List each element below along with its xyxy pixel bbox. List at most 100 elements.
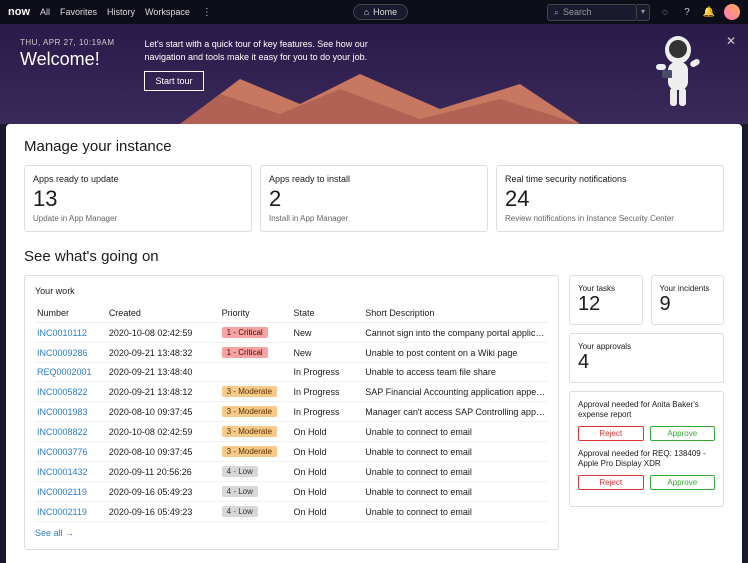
cell-state: On Hold (291, 462, 363, 482)
incidents-card[interactable]: Your incidents 9 (651, 275, 725, 325)
chat-icon[interactable]: ◌ (658, 5, 672, 19)
cell-desc: Unable to access team file share (363, 363, 548, 382)
cell-created: 2020-09-21 13:48:32 (107, 343, 220, 363)
reject-button[interactable]: Reject (578, 426, 644, 441)
nav-all[interactable]: All (40, 7, 50, 17)
cell-number[interactable]: INC0001432 (35, 462, 107, 482)
search-icon: ⌕ (554, 7, 559, 18)
nav-favorites[interactable]: Favorites (60, 7, 97, 17)
table-row: REQ00020012020-09-21 13:48:40In Progress… (35, 363, 548, 382)
cell-number[interactable]: INC0010112 (35, 323, 107, 343)
cell-priority: 4 - Low (220, 502, 292, 522)
cell-desc: Unable to connect to email (363, 422, 548, 442)
see-all-link[interactable]: See all → (35, 528, 74, 538)
approve-button[interactable]: Approve (650, 475, 716, 490)
card-title: Apps ready to update (33, 174, 243, 184)
card-num: 2 (269, 186, 479, 212)
reject-button[interactable]: Reject (578, 475, 644, 490)
tasks-title: Your tasks (578, 284, 634, 293)
cell-state: On Hold (291, 422, 363, 442)
cell-number[interactable]: INC0002119 (35, 482, 107, 502)
col-created[interactable]: Created (107, 304, 220, 323)
cell-state: New (291, 323, 363, 343)
cell-created: 2020-09-21 13:48:40 (107, 363, 220, 382)
bell-icon[interactable]: 🔔 (702, 5, 716, 19)
table-row: INC00092862020-09-21 13:48:321 - Critica… (35, 343, 548, 363)
topbar-right: ⌕ Search ▾ ◌ ? 🔔 (547, 4, 740, 21)
manage-heading: Manage your instance (24, 138, 724, 155)
table-row: INC00019832020-08-10 09:37:453 - Moderat… (35, 402, 548, 422)
priority-badge: 4 - Low (222, 506, 258, 517)
col-number[interactable]: Number (35, 304, 107, 323)
cell-priority (220, 363, 292, 382)
home-button[interactable]: ⌂ Home (353, 4, 408, 20)
priority-badge: 4 - Low (222, 466, 258, 477)
approve-button[interactable]: Approve (650, 426, 716, 441)
banner-date: THU, APR 27, 10:19AM (20, 38, 114, 47)
logo: now (8, 6, 30, 18)
card-link: Install in App Manager (269, 214, 479, 223)
tasks-card[interactable]: Your tasks 12 (569, 275, 643, 325)
cell-number[interactable]: INC0002119 (35, 502, 107, 522)
incidents-num: 9 (660, 293, 716, 316)
priority-badge: 3 - Moderate (222, 386, 277, 397)
cell-priority: 1 - Critical (220, 323, 292, 343)
card-security[interactable]: Real time security notifications 24 Revi… (496, 165, 724, 232)
manage-cards: Apps ready to update 13 Update in App Ma… (24, 165, 724, 232)
col-state[interactable]: State (291, 304, 363, 323)
approval-item: Approval needed for Anita Baker's expens… (578, 400, 715, 421)
cell-desc: Unable to post content on a Wiki page (363, 343, 548, 363)
cell-desc: Unable to connect to email (363, 502, 548, 522)
close-icon[interactable]: ✕ (726, 34, 736, 48)
avatar[interactable] (724, 4, 740, 20)
cell-state: In Progress (291, 382, 363, 402)
cell-created: 2020-09-16 05:49:23 (107, 482, 220, 502)
cell-number[interactable]: INC0009286 (35, 343, 107, 363)
cell-created: 2020-09-16 05:49:23 (107, 502, 220, 522)
banner-text: Let's start with a quick tour of key fea… (144, 38, 374, 63)
cell-desc: SAP Financial Accounting application app… (363, 382, 548, 402)
incidents-title: Your incidents (660, 284, 716, 293)
priority-badge: 1 - Critical (222, 327, 268, 338)
cell-priority: 3 - Moderate (220, 442, 292, 462)
cell-number[interactable]: INC0001983 (35, 402, 107, 422)
start-tour-button[interactable]: Start tour (144, 71, 203, 91)
cell-number[interactable]: INC0005822 (35, 382, 107, 402)
cell-priority: 1 - Critical (220, 343, 292, 363)
card-num: 13 (33, 186, 243, 212)
cell-priority: 3 - Moderate (220, 422, 292, 442)
col-desc[interactable]: Short Description (363, 304, 548, 323)
search-input[interactable]: ⌕ Search (547, 4, 637, 21)
cell-number[interactable]: INC0003776 (35, 442, 107, 462)
col-priority[interactable]: Priority (220, 304, 292, 323)
cell-created: 2020-08-10 09:37:45 (107, 442, 220, 462)
topbar-left: now All Favorites History Workspace ⋮ (8, 5, 214, 19)
cell-desc: Unable to connect to email (363, 462, 548, 482)
card-title: Real time security notifications (505, 174, 715, 184)
banner-title: Welcome! (20, 49, 114, 70)
side-column: Your tasks 12 Your incidents 9 Your appr… (569, 275, 724, 550)
going-heading: See what's going on (24, 248, 724, 265)
table-row: INC00014322020-09-11 20:56:264 - LowOn H… (35, 462, 548, 482)
cell-number[interactable]: REQ0002001 (35, 363, 107, 382)
card-title: Apps ready to install (269, 174, 479, 184)
card-apps-install[interactable]: Apps ready to install 2 Install in App M… (260, 165, 488, 232)
nav-workspace[interactable]: Workspace (145, 7, 190, 17)
main-row: Your work Number Created Priority State … (24, 275, 724, 550)
cell-desc: Unable to connect to email (363, 442, 548, 462)
cell-created: 2020-08-10 09:37:45 (107, 402, 220, 422)
search-dropdown[interactable]: ▾ (637, 4, 650, 21)
nav-history[interactable]: History (107, 7, 135, 17)
cell-number[interactable]: INC0008822 (35, 422, 107, 442)
card-apps-update[interactable]: Apps ready to update 13 Update in App Ma… (24, 165, 252, 232)
priority-badge: 3 - Moderate (222, 446, 277, 457)
approval-item: Approval needed for REQ: 138409 - Apple … (578, 449, 715, 470)
help-icon[interactable]: ? (680, 5, 694, 19)
cell-desc: Manager can't access SAP Controlling app… (363, 402, 548, 422)
cell-priority: 4 - Low (220, 482, 292, 502)
topbar: now All Favorites History Workspace ⋮ ⌂ … (0, 0, 748, 24)
table-row: INC00021192020-09-16 05:49:234 - LowOn H… (35, 502, 548, 522)
cell-state: In Progress (291, 402, 363, 422)
more-icon[interactable]: ⋮ (200, 5, 214, 19)
work-panel: Your work Number Created Priority State … (24, 275, 559, 550)
